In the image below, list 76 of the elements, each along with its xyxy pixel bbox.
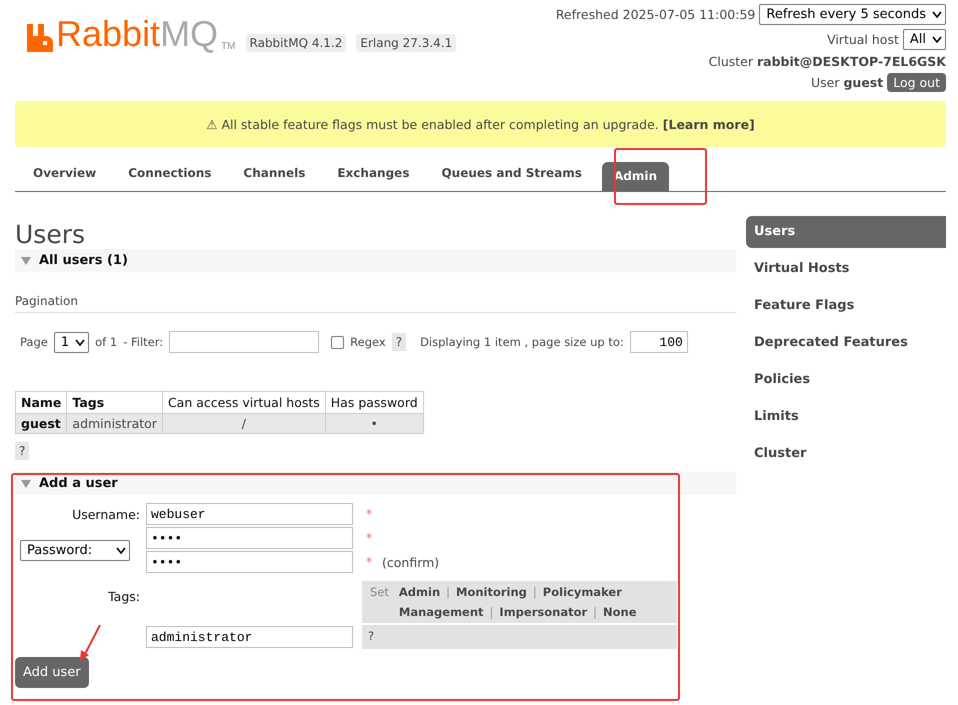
nav-tab[interactable]: Exchanges <box>325 159 422 188</box>
sidebar-item[interactable]: Deprecated Features <box>746 327 946 359</box>
banner-text: All stable feature flags must be enabled after completing an upgrade. <box>221 116 659 132</box>
required-mark: * <box>365 507 373 521</box>
page-label: Page <box>20 335 48 349</box>
table-cell: / <box>162 414 326 434</box>
user-label: User <box>810 75 840 90</box>
column-header: Tags <box>66 392 162 414</box>
logout-button[interactable]: Log out <box>887 73 946 92</box>
refreshed-text: Refreshed 2025-07-05 11:00:59 <box>556 7 756 22</box>
tags-field[interactable]: administrator <box>146 626 353 648</box>
tag-link[interactable]: Policymaker <box>542 585 622 599</box>
section-title: Add a user <box>39 476 118 491</box>
required-mark: * <box>365 555 372 569</box>
separator: | <box>446 585 450 599</box>
displaying-text: Displaying 1 item , page size up to: <box>420 335 624 349</box>
set-label: Set <box>370 585 389 601</box>
nav-tab[interactable]: Connections <box>116 159 224 188</box>
filter-label: - Filter: <box>123 335 164 349</box>
section-title: All users (1) <box>39 253 128 268</box>
add-user-button[interactable]: Add user <box>15 657 89 688</box>
separator: | <box>490 605 494 619</box>
sidebar-item[interactable]: Cluster <box>746 438 946 470</box>
nav-tab[interactable]: Queues and Streams <box>429 159 594 188</box>
help-mark: ? <box>368 629 374 645</box>
separator: | <box>532 585 537 599</box>
version-badge: RabbitMQ 4.1.2 <box>246 34 346 52</box>
sidebar-item[interactable]: Policies <box>746 364 946 396</box>
column-header: Can access virtual hosts <box>162 392 326 414</box>
version-badge: Erlang 27.3.4.1 <box>356 34 456 52</box>
column-header: Name <box>16 392 67 414</box>
sidebar-item[interactable]: Users <box>746 216 946 248</box>
sidebar-item[interactable]: Feature Flags <box>746 290 946 322</box>
required-mark: * <box>365 531 373 545</box>
username-field[interactable]: webuser <box>146 503 353 525</box>
cluster-label: Cluster <box>708 54 753 69</box>
warning-icon: ⚠ <box>206 116 218 132</box>
password-field[interactable]: •••• <box>146 527 353 549</box>
tag-link[interactable]: Impersonator <box>499 605 588 619</box>
sidebar-item[interactable]: Limits <box>746 401 946 433</box>
pagination-label: Pagination <box>15 294 736 313</box>
help-button[interactable]: ? <box>15 442 30 460</box>
vhost-select[interactable]: All <box>902 29 946 50</box>
vhost-label: Virtual host <box>827 32 899 47</box>
nav-tab[interactable]: Overview <box>21 159 108 188</box>
trademark-mark: TM <box>221 42 236 52</box>
username-label: Username: <box>71 506 140 522</box>
page-count: of 1 <box>95 335 118 349</box>
help-button[interactable]: ? <box>392 333 406 351</box>
logo-text: RabbitMQ <box>56 16 218 52</box>
table-cell: guest <box>16 414 67 434</box>
tag-link[interactable]: None <box>603 605 637 619</box>
page-title: Users <box>15 222 86 247</box>
cluster-name: rabbit@DESKTOP-7EL6GSK <box>757 54 946 69</box>
refresh-select[interactable]: Refresh every 5 seconds <box>759 4 946 25</box>
column-header: Has password <box>325 392 424 414</box>
password-type-select[interactable]: Password: <box>20 540 130 560</box>
sidebar-item[interactable]: Virtual Hosts <box>746 253 946 285</box>
regex-label: Regex <box>350 335 386 349</box>
table-cell: administrator <box>66 414 162 434</box>
tag-link[interactable]: Management <box>398 605 484 619</box>
nav-tab[interactable]: Channels <box>231 159 318 188</box>
confirm-label: (confirm) <box>382 554 440 570</box>
tag-link[interactable]: Admin <box>398 585 440 599</box>
section-header[interactable]: All users (1) <box>15 249 736 272</box>
tag-link[interactable]: Monitoring <box>456 585 527 599</box>
section-header[interactable]: Add a user <box>15 472 736 495</box>
tags-label: Tags: <box>107 589 140 604</box>
table-cell: • <box>325 414 424 434</box>
page-size-field[interactable]: 100 <box>630 331 688 353</box>
confirm-password-field[interactable]: •••• <box>146 551 353 573</box>
separator: | <box>593 605 598 619</box>
nav-tab[interactable]: Admin <box>602 162 669 191</box>
learn-more-link[interactable]: [Learn more] <box>662 116 755 132</box>
page-select[interactable]: 1 <box>54 332 90 352</box>
user-name: guest <box>843 75 884 90</box>
